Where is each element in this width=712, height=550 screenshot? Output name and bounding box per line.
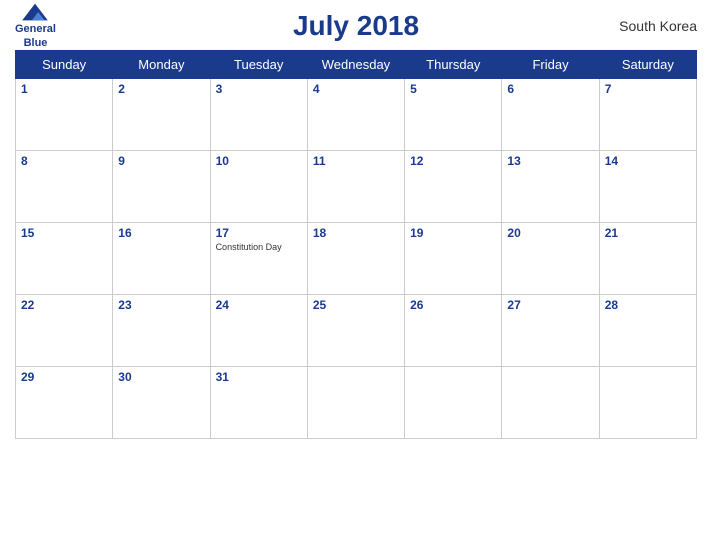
calendar-cell: 3 <box>210 79 307 151</box>
date-number: 15 <box>21 226 107 240</box>
calendar-header: General Blue July 2018 South Korea <box>15 10 697 42</box>
calendar-cell: 14 <box>599 151 696 223</box>
date-number: 28 <box>605 298 691 312</box>
calendar-cell: 30 <box>113 367 210 439</box>
calendar-cell: 19 <box>405 223 502 295</box>
date-number: 5 <box>410 82 496 96</box>
calendar-cell <box>599 367 696 439</box>
date-number: 17 <box>216 226 302 240</box>
calendar-cell: 12 <box>405 151 502 223</box>
date-number: 29 <box>21 370 107 384</box>
logo-line2: Blue <box>24 37 48 50</box>
header-friday: Friday <box>502 51 599 79</box>
calendar-cell: 31 <box>210 367 307 439</box>
calendar-cell: 17 Constitution Day <box>210 223 307 295</box>
calendar-cell: 16 <box>113 223 210 295</box>
date-number: 3 <box>216 82 302 96</box>
logo-line1: General <box>15 23 56 36</box>
calendar-cell: 13 <box>502 151 599 223</box>
calendar-cell <box>502 367 599 439</box>
date-number: 10 <box>216 154 302 168</box>
calendar-cell: 21 <box>599 223 696 295</box>
calendar-cell: 15 <box>16 223 113 295</box>
header-monday: Monday <box>113 51 210 79</box>
day-headers-row: Sunday Monday Tuesday Wednesday Thursday… <box>16 51 697 79</box>
date-number: 2 <box>118 82 204 96</box>
date-number: 14 <box>605 154 691 168</box>
country-label: South Korea <box>619 18 697 34</box>
calendar-cell: 20 <box>502 223 599 295</box>
week-row-5: 29 30 31 <box>16 367 697 439</box>
date-number: 31 <box>216 370 302 384</box>
holiday-label: Constitution Day <box>216 242 302 254</box>
calendar-cell: 11 <box>307 151 404 223</box>
calendar-container: General Blue July 2018 South Korea Sunda… <box>0 0 712 550</box>
calendar-cell: 5 <box>405 79 502 151</box>
date-number: 12 <box>410 154 496 168</box>
calendar-grid: Sunday Monday Tuesday Wednesday Thursday… <box>15 50 697 439</box>
header-wednesday: Wednesday <box>307 51 404 79</box>
date-number: 9 <box>118 154 204 168</box>
calendar-title: July 2018 <box>293 10 419 42</box>
date-number: 26 <box>410 298 496 312</box>
date-number: 22 <box>21 298 107 312</box>
header-thursday: Thursday <box>405 51 502 79</box>
calendar-cell: 25 <box>307 295 404 367</box>
date-number: 19 <box>410 226 496 240</box>
date-number: 21 <box>605 226 691 240</box>
calendar-cell: 18 <box>307 223 404 295</box>
logo: General Blue <box>15 2 56 49</box>
calendar-cell: 2 <box>113 79 210 151</box>
calendar-cell: 29 <box>16 367 113 439</box>
date-number: 11 <box>313 154 399 168</box>
calendar-cell: 23 <box>113 295 210 367</box>
date-number: 13 <box>507 154 593 168</box>
calendar-cell: 1 <box>16 79 113 151</box>
calendar-cell: 27 <box>502 295 599 367</box>
calendar-cell: 7 <box>599 79 696 151</box>
date-number: 8 <box>21 154 107 168</box>
header-saturday: Saturday <box>599 51 696 79</box>
date-number: 20 <box>507 226 593 240</box>
calendar-cell: 8 <box>16 151 113 223</box>
calendar-cell: 6 <box>502 79 599 151</box>
week-row-3: 15 16 17 Constitution Day 18 19 20 21 <box>16 223 697 295</box>
date-number: 6 <box>507 82 593 96</box>
calendar-cell: 4 <box>307 79 404 151</box>
date-number: 27 <box>507 298 593 312</box>
header-tuesday: Tuesday <box>210 51 307 79</box>
date-number: 18 <box>313 226 399 240</box>
week-row-4: 22 23 24 25 26 27 28 <box>16 295 697 367</box>
calendar-cell <box>307 367 404 439</box>
calendar-cell <box>405 367 502 439</box>
date-number: 1 <box>21 82 107 96</box>
calendar-cell: 26 <box>405 295 502 367</box>
calendar-cell: 24 <box>210 295 307 367</box>
header-sunday: Sunday <box>16 51 113 79</box>
date-number: 24 <box>216 298 302 312</box>
calendar-cell: 10 <box>210 151 307 223</box>
week-row-2: 89 10 11 12 13 14 <box>16 151 697 223</box>
week-row-1: 1234567 <box>16 79 697 151</box>
date-number: 30 <box>118 370 204 384</box>
date-number: 23 <box>118 298 204 312</box>
date-number: 7 <box>605 82 691 96</box>
date-number: 4 <box>313 82 399 96</box>
calendar-cell: 28 <box>599 295 696 367</box>
date-number: 16 <box>118 226 204 240</box>
calendar-cell: 22 <box>16 295 113 367</box>
calendar-cell: 9 <box>113 151 210 223</box>
date-number: 25 <box>313 298 399 312</box>
